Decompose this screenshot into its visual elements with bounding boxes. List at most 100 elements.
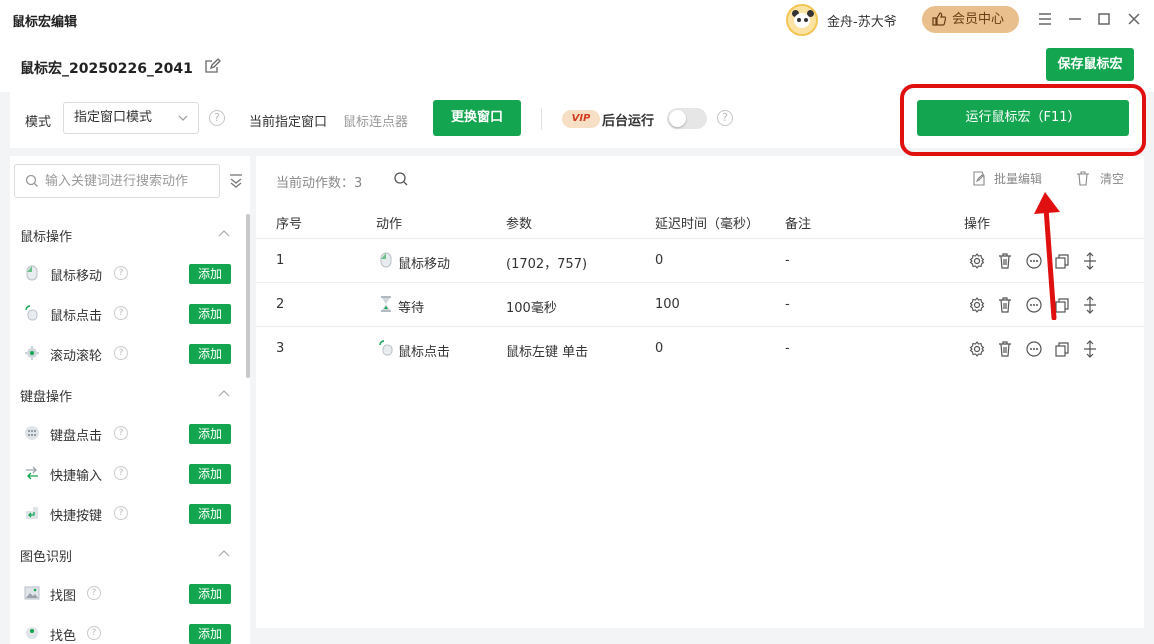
background-run-label: 后台运行: [602, 114, 655, 129]
clear-label: 清空: [1100, 172, 1125, 186]
help-icon[interactable]: ?: [114, 506, 128, 520]
column-header: 参数: [506, 217, 533, 232]
settings-icon[interactable]: [968, 252, 986, 270]
help-icon[interactable]: ?: [114, 266, 128, 280]
enter-key-icon: [26, 507, 38, 519]
action-label: 滚动滚轮: [50, 349, 103, 364]
toggle-knob: [669, 110, 686, 127]
chevron-down-icon: [178, 115, 188, 121]
move-icon[interactable]: [1081, 296, 1099, 314]
row-divider: [256, 282, 1144, 283]
member-center-button[interactable]: 会员中心: [922, 6, 1019, 33]
row-delay: 100: [655, 297, 680, 312]
help-icon[interactable]: ?: [114, 466, 128, 480]
row-index: 3: [276, 341, 285, 356]
action-search-input[interactable]: [45, 171, 215, 191]
mode-select[interactable]: 指定窗口模式: [63, 102, 199, 134]
maximize-icon[interactable]: [1095, 10, 1113, 28]
add-action-button[interactable]: 添加: [189, 424, 231, 444]
thumb-up-icon: [932, 12, 946, 26]
row-action: 鼠标移动: [398, 257, 451, 272]
column-header: 备注: [785, 217, 812, 232]
delete-icon[interactable]: [996, 252, 1014, 270]
change-window-button[interactable]: 更换窗口: [433, 100, 521, 136]
action-library-panel: 鼠标操作 鼠标移动 ? 添加 鼠标点击 ? 添加 滚动滚轮 ? 添加 键盘操作 …: [10, 156, 250, 644]
row-index: 1: [276, 253, 285, 268]
mouse-icon: [26, 265, 38, 281]
move-icon[interactable]: [1081, 340, 1099, 358]
action-label: 找色: [50, 629, 77, 644]
mouse-click-icon: [25, 305, 38, 321]
help-icon[interactable]: ?: [114, 426, 128, 440]
column-header: 序号: [276, 217, 303, 232]
clear-button[interactable]: 清空: [1076, 170, 1126, 188]
row-divider: [256, 326, 1144, 327]
row-index: 2: [276, 297, 285, 312]
macro-action-list: 当前动作数：3 批量编辑 清空 序号 动作 参数 延迟时间（毫秒） 备注 操作 …: [256, 156, 1144, 628]
search-icon[interactable]: [393, 171, 409, 187]
background-run-toggle[interactable]: [667, 108, 707, 129]
action-search-box[interactable]: [14, 164, 220, 198]
minimize-icon[interactable]: [1066, 10, 1084, 28]
username[interactable]: 金舟-苏大爷: [827, 11, 897, 30]
add-action-button[interactable]: 添加: [189, 264, 231, 284]
save-macro-button[interactable]: 保存鼠标宏: [1046, 48, 1134, 81]
row-note: -: [785, 341, 790, 356]
more-icon[interactable]: [1025, 340, 1043, 358]
avatar[interactable]: [786, 4, 818, 36]
help-icon[interactable]: ?: [209, 110, 225, 126]
add-action-button[interactable]: 添加: [189, 624, 231, 644]
add-action-button[interactable]: 添加: [189, 344, 231, 364]
add-action-button[interactable]: 添加: [189, 584, 231, 604]
trash-icon: [1077, 171, 1089, 186]
help-icon[interactable]: ?: [717, 110, 733, 126]
help-icon[interactable]: ?: [114, 306, 128, 320]
help-icon[interactable]: ?: [87, 586, 101, 600]
action-label: 键盘点击: [50, 429, 103, 444]
row-param: 100毫秒: [506, 301, 557, 316]
edit-name-icon[interactable]: [203, 57, 221, 75]
title-bar: 鼠标宏编辑 金舟-苏大爷 会员中心: [0, 0, 1154, 40]
app-title: 鼠标宏编辑: [12, 15, 78, 30]
action-count-value: 3: [354, 176, 363, 191]
scrollbar[interactable]: [246, 214, 250, 378]
delete-icon[interactable]: [996, 296, 1014, 314]
help-icon[interactable]: ?: [114, 346, 128, 360]
mode-value: 指定窗口模式: [74, 110, 153, 125]
add-action-button[interactable]: 添加: [189, 464, 231, 484]
chevron-up-icon[interactable]: [218, 548, 230, 560]
red-annotation-arrow: [1034, 192, 1060, 320]
delete-icon[interactable]: [996, 340, 1014, 358]
column-header: 延迟时间（毫秒）: [655, 217, 760, 232]
hourglass-icon: [381, 296, 391, 312]
quick-input-icon: [26, 466, 38, 480]
chevron-up-icon[interactable]: [218, 228, 230, 240]
scroll-wheel-icon: [25, 346, 39, 360]
action-label: 找图: [50, 589, 77, 604]
current-window-value: 鼠标连点器: [343, 115, 409, 130]
row-param: (1702，757): [506, 257, 588, 272]
section-title-image-color: 图色识别: [20, 550, 73, 565]
copy-icon[interactable]: [1053, 340, 1071, 358]
section-title-mouse: 鼠标操作: [20, 230, 73, 245]
help-icon[interactable]: ?: [87, 626, 101, 640]
image-icon: [24, 586, 40, 600]
menu-icon[interactable]: [1036, 10, 1054, 28]
settings-icon[interactable]: [968, 296, 986, 314]
vip-badge: VIP: [562, 110, 600, 128]
collapse-all-icon[interactable]: [228, 172, 244, 188]
move-icon[interactable]: [1081, 252, 1099, 270]
close-icon[interactable]: [1125, 10, 1143, 28]
keyboard-icon: [25, 426, 39, 440]
action-count-label: 当前动作数：: [276, 176, 355, 191]
action-count: 当前动作数：3: [276, 172, 362, 191]
avatar-eye: [797, 18, 801, 22]
add-action-button[interactable]: 添加: [189, 504, 231, 524]
add-action-button[interactable]: 添加: [189, 304, 231, 324]
mode-label: 模式: [25, 115, 52, 130]
row-action: 鼠标点击: [398, 345, 451, 360]
row-delay: 0: [655, 341, 664, 356]
action-label: 鼠标点击: [50, 309, 103, 324]
settings-icon[interactable]: [968, 340, 986, 358]
chevron-up-icon[interactable]: [218, 388, 230, 400]
